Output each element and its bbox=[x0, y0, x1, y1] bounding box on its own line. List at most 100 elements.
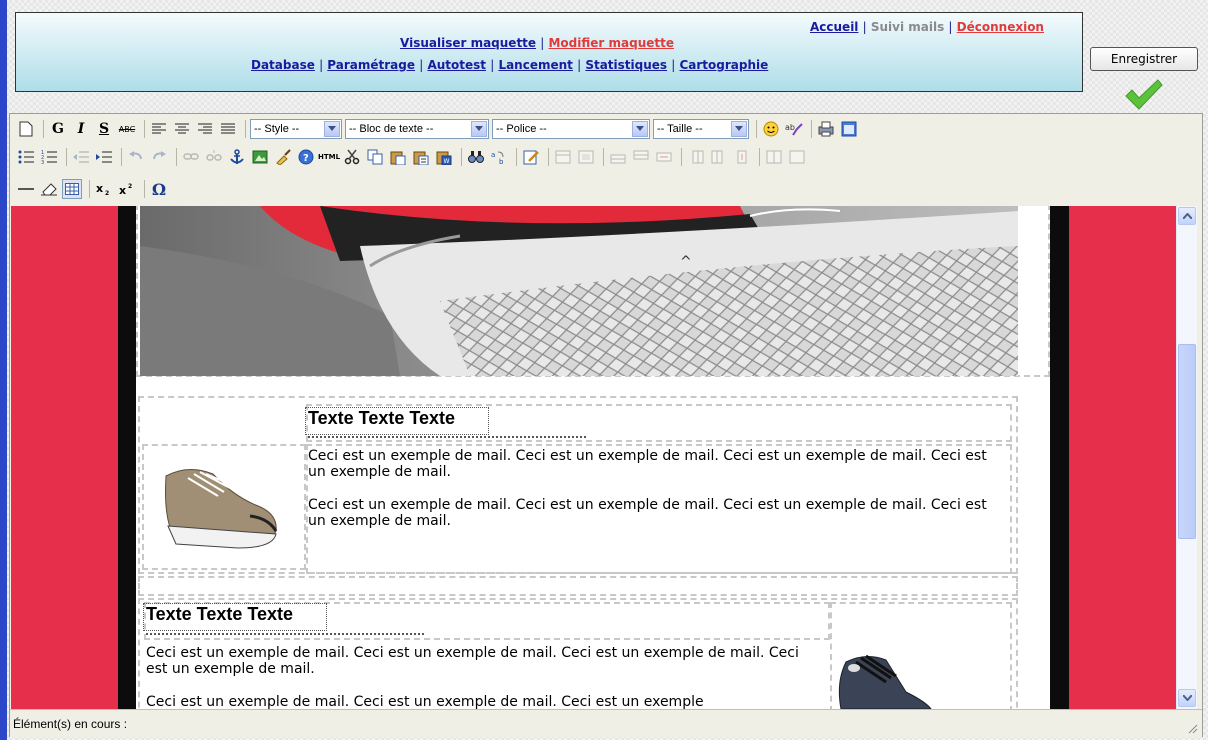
block1-paragraph-1[interactable]: Ceci est un exemple de mail. Ceci est un… bbox=[308, 448, 1008, 480]
resize-grip-icon[interactable] bbox=[1186, 722, 1198, 734]
scroll-thumb[interactable] bbox=[1178, 344, 1196, 539]
cut-icon[interactable] bbox=[342, 147, 362, 167]
status-label: Élément(s) en cours : bbox=[13, 717, 128, 731]
insert-row-before-icon[interactable] bbox=[608, 147, 628, 167]
block2-paragraph-1[interactable]: Ceci est un exemple de mail. Ceci est un… bbox=[146, 645, 824, 677]
insert-row-after-icon[interactable] bbox=[631, 147, 651, 167]
separator: | bbox=[948, 20, 953, 34]
nav-statistiques[interactable]: Statistiques bbox=[585, 58, 667, 72]
replace-icon[interactable]: ab bbox=[489, 147, 509, 167]
redo-icon[interactable] bbox=[149, 147, 169, 167]
horizontal-rule-icon[interactable] bbox=[16, 179, 36, 199]
style-select[interactable]: -- Style -- bbox=[250, 119, 342, 139]
help-icon[interactable]: ? bbox=[296, 147, 316, 167]
new-document-icon[interactable] bbox=[16, 119, 36, 139]
bullet-list-icon[interactable] bbox=[16, 147, 36, 167]
font-select-value: -- Police -- bbox=[496, 123, 547, 135]
insert-col-before-icon[interactable] bbox=[686, 147, 706, 167]
delete-row-icon[interactable] bbox=[654, 147, 674, 167]
find-icon[interactable] bbox=[466, 147, 486, 167]
cell-props-icon[interactable] bbox=[576, 147, 596, 167]
anchor-icon[interactable] bbox=[227, 147, 247, 167]
svg-text:^: ^ bbox=[680, 254, 692, 270]
special-char-button[interactable]: Ω bbox=[149, 179, 169, 199]
save-button[interactable]: Enregistrer bbox=[1090, 47, 1198, 71]
nav-parametrage[interactable]: Paramétrage bbox=[327, 58, 415, 72]
nav-database[interactable]: Database bbox=[251, 58, 315, 72]
link-suivi-mails[interactable]: Suivi mails bbox=[871, 20, 944, 34]
editor-content[interactable]: ^ Texte Texte Texte Ceci est un exemple … bbox=[11, 206, 1176, 709]
nav-lancement[interactable]: Lancement bbox=[498, 58, 572, 72]
strikethrough-button[interactable]: ABC bbox=[117, 119, 137, 139]
outdent-icon[interactable] bbox=[71, 147, 91, 167]
nav-cartographie[interactable]: Cartographie bbox=[679, 58, 768, 72]
link-accueil[interactable]: Accueil bbox=[810, 20, 858, 34]
underline-button[interactable]: S bbox=[94, 119, 114, 139]
eraser-icon[interactable] bbox=[39, 179, 59, 199]
indent-icon[interactable] bbox=[94, 147, 114, 167]
link-modifier-maquette[interactable]: Modifier maquette bbox=[548, 36, 674, 50]
left-accent-bar bbox=[0, 0, 7, 740]
toolbar-separator bbox=[144, 120, 145, 138]
unlink-icon[interactable] bbox=[204, 147, 224, 167]
mid-links: Visualiser maquette | Modifier maquette bbox=[400, 36, 674, 50]
separator: | bbox=[540, 36, 545, 50]
paste-word-icon[interactable]: W bbox=[434, 147, 454, 167]
vertical-scrollbar[interactable] bbox=[1176, 206, 1197, 709]
subscript-icon[interactable]: x2 bbox=[94, 179, 114, 199]
svg-text:3: 3 bbox=[41, 160, 44, 164]
block2-paragraph-2[interactable]: Ceci est un exemple de mail. Ceci est un… bbox=[146, 694, 824, 709]
block-select[interactable]: -- Bloc de texte -- bbox=[345, 119, 489, 139]
fullscreen-icon[interactable] bbox=[839, 119, 859, 139]
toolbar-separator bbox=[43, 120, 44, 138]
split-cells-icon[interactable] bbox=[764, 147, 784, 167]
link-deconnexion[interactable]: Déconnexion bbox=[957, 20, 1044, 34]
toolbar-separator bbox=[461, 148, 462, 166]
chevron-down-icon bbox=[632, 121, 648, 137]
block2-title[interactable]: Texte Texte Texte bbox=[146, 604, 293, 625]
visual-aid-icon[interactable] bbox=[62, 179, 82, 199]
checkmark-icon bbox=[1125, 79, 1163, 110]
paste-text-icon[interactable] bbox=[411, 147, 431, 167]
image-icon[interactable] bbox=[250, 147, 270, 167]
table-props-icon[interactable] bbox=[553, 147, 573, 167]
separator: | bbox=[671, 58, 676, 72]
cleanup-icon[interactable] bbox=[273, 147, 293, 167]
undo-icon[interactable] bbox=[126, 147, 146, 167]
paste-icon[interactable] bbox=[388, 147, 408, 167]
style-select-value: -- Style -- bbox=[254, 123, 300, 135]
scroll-up-icon[interactable] bbox=[1178, 207, 1196, 225]
svg-text:b: b bbox=[499, 158, 504, 165]
link-icon[interactable] bbox=[181, 147, 201, 167]
align-right-icon[interactable] bbox=[195, 119, 215, 139]
bold-button[interactable]: G bbox=[48, 119, 68, 139]
link-visualiser-maquette[interactable]: Visualiser maquette bbox=[400, 36, 536, 50]
spellcheck-icon[interactable]: ab bbox=[784, 119, 804, 139]
html-source-button[interactable]: HTML bbox=[318, 147, 340, 167]
insert-col-after-icon[interactable] bbox=[709, 147, 729, 167]
copy-icon[interactable] bbox=[365, 147, 385, 167]
svg-text:2: 2 bbox=[105, 190, 109, 196]
superscript-icon[interactable]: x2 bbox=[117, 179, 137, 199]
size-select[interactable]: -- Taille -- bbox=[653, 119, 749, 139]
toolbar-separator bbox=[603, 148, 604, 166]
block1-paragraph-2[interactable]: Ceci est un exemple de mail. Ceci est un… bbox=[308, 497, 1008, 529]
svg-text:ab: ab bbox=[785, 123, 795, 132]
edit-css-icon[interactable] bbox=[521, 147, 541, 167]
align-left-icon[interactable] bbox=[149, 119, 169, 139]
block1-title[interactable]: Texte Texte Texte bbox=[308, 408, 455, 429]
toolbar-separator bbox=[245, 120, 246, 138]
font-select[interactable]: -- Police -- bbox=[492, 119, 650, 139]
print-icon[interactable] bbox=[816, 119, 836, 139]
align-center-icon[interactable] bbox=[172, 119, 192, 139]
scroll-down-icon[interactable] bbox=[1178, 689, 1196, 707]
align-justify-icon[interactable] bbox=[218, 119, 238, 139]
emoticon-icon[interactable] bbox=[761, 119, 781, 139]
italic-button[interactable]: I bbox=[71, 119, 91, 139]
merge-cells-icon[interactable] bbox=[787, 147, 807, 167]
svg-text:a: a bbox=[491, 151, 495, 159]
wysiwyg-editor: G I S ABC -- Style -- -- Bloc de texte -… bbox=[9, 113, 1203, 737]
nav-autotest[interactable]: Autotest bbox=[427, 58, 486, 72]
delete-col-icon[interactable] bbox=[732, 147, 752, 167]
numbered-list-icon[interactable]: 123 bbox=[39, 147, 59, 167]
